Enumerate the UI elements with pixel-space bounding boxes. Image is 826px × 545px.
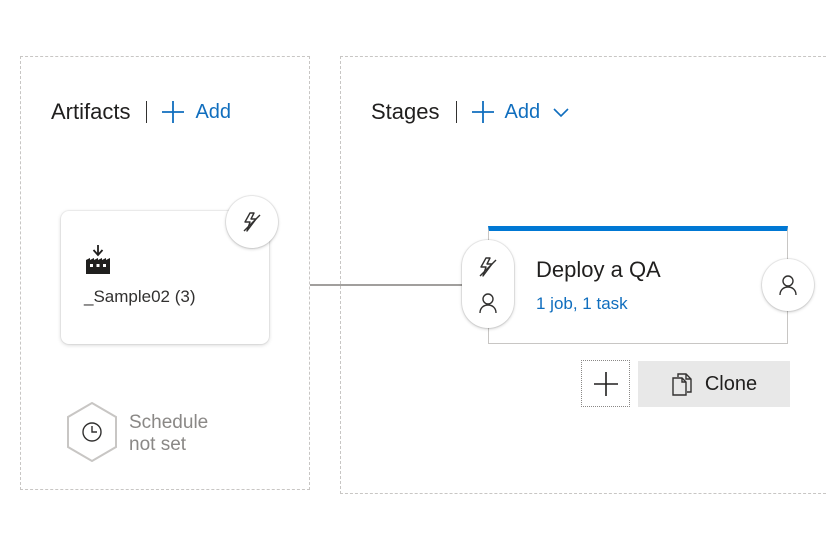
post-deployment-approvals-button[interactable] <box>762 259 814 311</box>
schedule-line-1: Schedule <box>129 412 209 433</box>
copy-icon <box>672 373 692 396</box>
person-icon <box>479 293 497 314</box>
plus-icon <box>162 101 185 123</box>
stages-header: Stages Add <box>371 97 580 127</box>
continuous-deployment-trigger-button[interactable] <box>226 196 278 248</box>
schedule-trigger-button[interactable] <box>66 401 118 467</box>
artifacts-title: Artifacts <box>51 99 131 124</box>
person-icon <box>779 275 797 296</box>
stage-card[interactable] <box>488 226 788 344</box>
artifacts-header: Artifacts Add <box>51 97 231 127</box>
schedule-status: Schedule not set <box>129 412 208 456</box>
add-stage-menu-button[interactable]: Add <box>471 100 581 124</box>
plus-icon <box>471 101 494 123</box>
add-artifact-label: Add <box>195 100 232 123</box>
lightning-icon <box>479 257 497 277</box>
stage-tasks-link[interactable]: 1 job, 1 task <box>536 294 628 314</box>
clone-label: Clone <box>704 372 758 395</box>
build-artifact-icon <box>84 245 112 280</box>
lightning-icon <box>243 212 261 232</box>
add-stage-label: Add <box>504 100 541 123</box>
pre-deployment-conditions <box>462 240 514 328</box>
stage-name[interactable]: Deploy a QA <box>536 257 661 283</box>
pre-deployment-approvals-button[interactable] <box>462 286 514 320</box>
schedule-line-2: not set <box>129 434 187 455</box>
header-divider <box>455 101 457 123</box>
clone-button[interactable]: Clone <box>638 361 790 407</box>
chevron-down-icon <box>552 106 580 118</box>
add-artifact-button[interactable]: Add <box>161 100 231 124</box>
add-stage-button[interactable] <box>581 360 630 407</box>
stages-title: Stages <box>371 99 440 124</box>
header-divider <box>146 101 148 123</box>
plus-icon <box>593 371 618 396</box>
pre-deployment-trigger-button[interactable] <box>462 250 514 284</box>
artifact-name: _Sample02 (3) <box>84 287 196 306</box>
